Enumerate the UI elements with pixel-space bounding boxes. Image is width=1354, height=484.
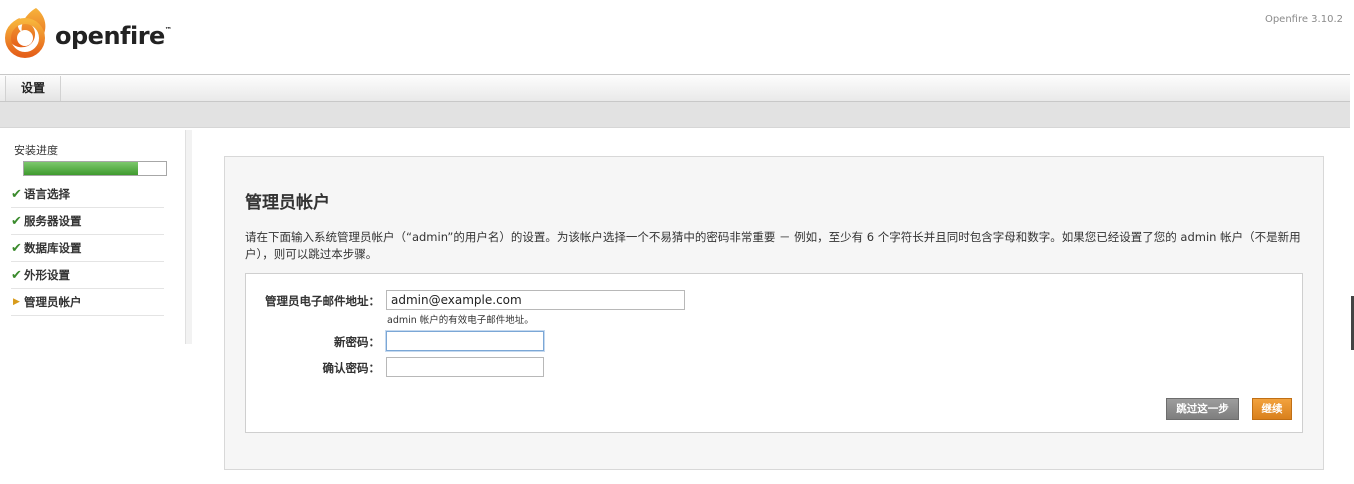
new-password-field[interactable] [386, 331, 544, 351]
continue-button[interactable]: 继续 [1252, 398, 1292, 420]
tab-bar: 设置 [0, 74, 1350, 102]
logo-text: openfire™ [55, 22, 172, 50]
admin-account-panel: 管理员帐户 请在下面输入系统管理员帐户（“admin”的用户名）的设置。为该帐户… [224, 156, 1324, 470]
new-password-label: 新密码： [334, 335, 380, 349]
email-label: 管理员电子邮件地址： [265, 294, 380, 308]
sidebar-panel: 安装进度 ✔ 语言选择 ✔ 服务器设置 ✔ 数据库设置 ✔ 外形设置 ▶ 管理员… [0, 130, 186, 344]
step-language: ✔ 语言选择 [11, 181, 164, 208]
step-label: 服务器设置 [24, 214, 82, 228]
progress-bar-fill [24, 162, 138, 175]
tab-setup[interactable]: 设置 [5, 76, 61, 101]
version-label: Openfire 3.10.2 [1264, 14, 1343, 25]
email-field[interactable] [386, 290, 685, 310]
checkmark-icon: ✔ [11, 267, 22, 283]
step-database-settings: ✔ 数据库设置 [11, 235, 164, 262]
page-title: 管理员帐户 [245, 193, 330, 213]
progress-label: 安装进度 [14, 144, 58, 157]
step-server-settings: ✔ 服务器设置 [11, 208, 164, 235]
step-profile-settings: ✔ 外形设置 [11, 262, 164, 289]
skip-step-button[interactable]: 跳过这一步 [1166, 398, 1239, 420]
confirm-password-field[interactable] [386, 357, 544, 377]
current-step-arrow-icon: ▶ [13, 297, 20, 307]
sub-nav-bar [0, 102, 1350, 128]
step-label: 语言选择 [24, 187, 70, 201]
step-label: 外形设置 [24, 268, 70, 282]
admin-account-form: 管理员电子邮件地址： admin 帐户的有效电子邮件地址。 新密码： 确认密码：… [245, 273, 1303, 433]
checkmark-icon: ✔ [11, 213, 22, 229]
checkmark-icon: ✔ [11, 240, 22, 256]
setup-steps-list: ✔ 语言选择 ✔ 服务器设置 ✔ 数据库设置 ✔ 外形设置 ▶ 管理员帐户 [11, 181, 164, 316]
checkmark-icon: ✔ [11, 186, 22, 202]
setup-sidebar: 安装进度 ✔ 语言选择 ✔ 服务器设置 ✔ 数据库设置 ✔ 外形设置 ▶ 管理员… [0, 130, 192, 344]
step-label: 数据库设置 [24, 241, 82, 255]
email-hint: admin 帐户的有效电子邮件地址。 [387, 315, 534, 326]
header: openfire™ Openfire 3.10.2 [0, 0, 1354, 74]
step-label: 管理员帐户 [24, 295, 82, 309]
openfire-logo-icon [2, 6, 52, 58]
progress-bar [23, 161, 167, 176]
step-admin-account: ▶ 管理员帐户 [11, 289, 164, 316]
page-description: 请在下面输入系统管理员帐户（“admin”的用户名）的设置。为该帐户选择一个不易… [245, 230, 1301, 261]
confirm-password-label: 确认密码： [322, 361, 381, 375]
